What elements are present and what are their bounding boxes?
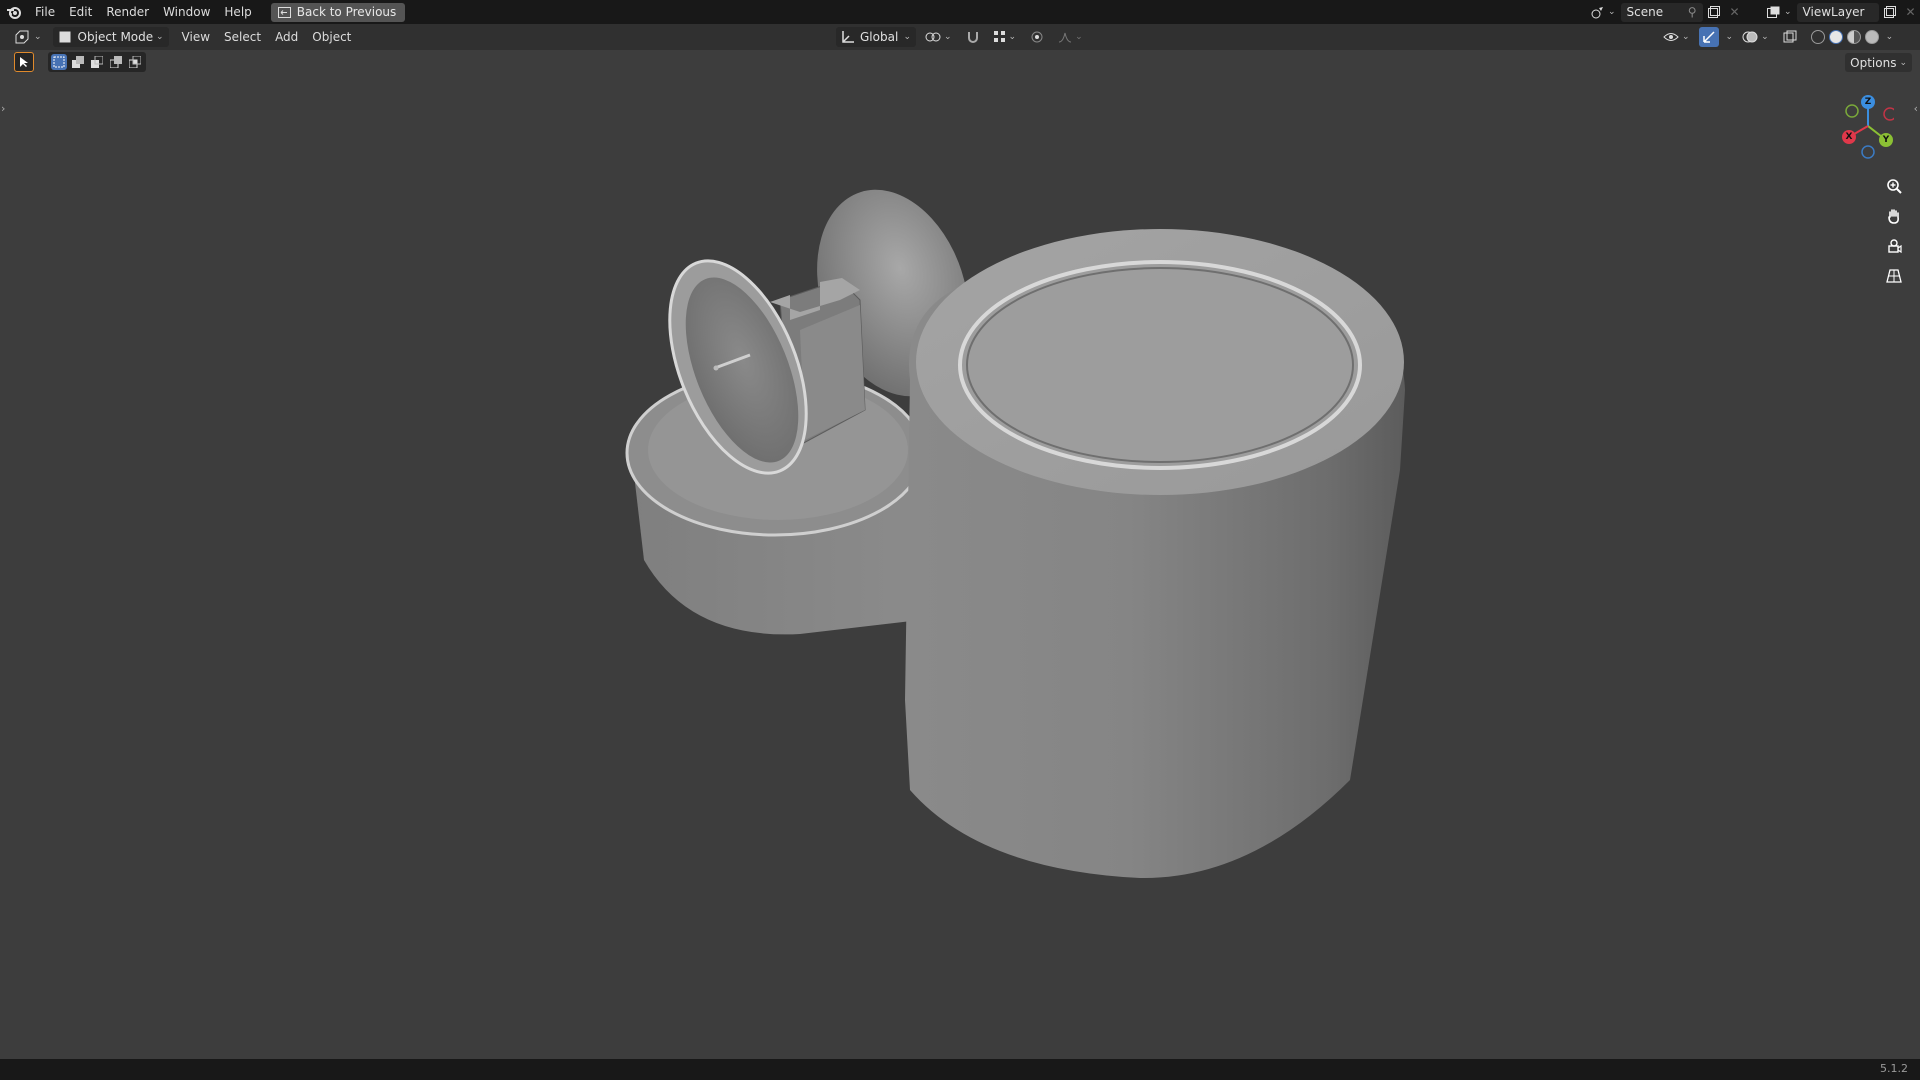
scene-name-field[interactable]: Scene ⚲ bbox=[1620, 2, 1703, 22]
new-view-layer-icon[interactable] bbox=[1879, 2, 1901, 22]
scene-selector-icon[interactable]: ⌄ bbox=[1586, 2, 1621, 22]
menu-edit[interactable]: Edit bbox=[62, 0, 99, 24]
solid-shading-icon[interactable] bbox=[1828, 30, 1843, 44]
back-button-label: Back to Previous bbox=[296, 5, 397, 19]
gizmo-y-axis[interactable]: Y bbox=[1879, 133, 1893, 147]
navigation-gizmo[interactable]: Z Y X bbox=[1838, 92, 1897, 160]
pin-icon[interactable]: ⚲ bbox=[1688, 5, 1697, 19]
zoom-icon[interactable] bbox=[1882, 174, 1906, 198]
proportional-editing-icon[interactable] bbox=[1025, 27, 1049, 47]
transform-orientation-dropdown[interactable]: Global ⌄ bbox=[836, 27, 916, 47]
pan-hand-icon[interactable] bbox=[1882, 204, 1906, 228]
remove-scene-icon[interactable]: ✕ bbox=[1725, 2, 1745, 22]
view-layer-selector-icon[interactable]: ⌄ bbox=[1762, 2, 1797, 22]
new-scene-icon[interactable] bbox=[1703, 2, 1725, 22]
rendered-shading-icon[interactable] bbox=[1864, 30, 1879, 44]
object-mode-icon bbox=[59, 31, 71, 43]
menu-select[interactable]: Select bbox=[217, 25, 268, 49]
menu-object[interactable]: Object bbox=[305, 25, 358, 49]
menu-help[interactable]: Help bbox=[217, 0, 258, 24]
view-layer-name: ViewLayer bbox=[1802, 5, 1865, 19]
mode-label: Object Mode bbox=[77, 30, 154, 44]
gizmo-dropdown-icon[interactable]: ⌄ bbox=[1726, 32, 1734, 42]
gizmo-x-axis[interactable]: X bbox=[1842, 130, 1856, 144]
material-shading-icon[interactable] bbox=[1846, 30, 1861, 44]
falloff-icon[interactable]: ⌄ bbox=[1053, 27, 1088, 47]
xray-toggle-icon[interactable] bbox=[1778, 27, 1802, 47]
menu-add[interactable]: Add bbox=[268, 25, 305, 49]
blender-logo-icon[interactable] bbox=[0, 0, 28, 24]
back-to-previous-button[interactable]: Back to Previous bbox=[270, 2, 406, 22]
editor-type-icon[interactable]: ⌄ bbox=[10, 27, 47, 47]
pivot-point-icon[interactable]: ⌄ bbox=[920, 27, 957, 47]
viewport-scene[interactable] bbox=[0, 50, 1920, 1059]
camera-view-icon[interactable] bbox=[1882, 234, 1906, 258]
perspective-toggle-icon[interactable] bbox=[1882, 264, 1906, 288]
large-cylinder[interactable] bbox=[905, 229, 1405, 879]
gizmo-toggle-icon[interactable] bbox=[1698, 27, 1719, 47]
scene-name: Scene bbox=[1626, 5, 1664, 19]
remove-view-layer-icon[interactable]: ✕ bbox=[1901, 2, 1920, 22]
shading-modes: ⌄ bbox=[1806, 27, 1899, 47]
menu-render[interactable]: Render bbox=[99, 0, 156, 24]
overlays-toggle-icon[interactable]: ⌄ bbox=[1737, 27, 1774, 47]
status-bar: 5.1.2 bbox=[0, 1059, 1920, 1080]
orientation-icon bbox=[842, 31, 854, 43]
back-icon bbox=[277, 6, 291, 18]
version-label: 5.1.2 bbox=[1880, 1062, 1908, 1075]
gizmo-z-axis[interactable]: Z bbox=[1861, 95, 1875, 109]
top-bar: File Edit Render Window Help Back to Pre… bbox=[0, 0, 1920, 24]
menu-view[interactable]: View bbox=[175, 25, 217, 49]
object-visibility-icon[interactable]: ⌄ bbox=[1658, 27, 1695, 47]
snap-toggle-icon[interactable] bbox=[961, 27, 985, 47]
mode-dropdown[interactable]: Object Mode ⌄ bbox=[52, 27, 169, 47]
snap-target-icon[interactable]: ⌄ bbox=[989, 27, 1022, 47]
menu-window[interactable]: Window bbox=[156, 0, 217, 24]
view-layer-field[interactable]: ViewLayer bbox=[1796, 2, 1879, 22]
menu-file[interactable]: File bbox=[28, 0, 62, 24]
shading-dropdown-icon[interactable]: ⌄ bbox=[1886, 32, 1894, 42]
viewport-header: ⌄ Object Mode ⌄ View Select Add Object G… bbox=[0, 24, 1920, 50]
wireframe-shading-icon[interactable] bbox=[1810, 30, 1825, 44]
orientation-label: Global bbox=[860, 30, 899, 44]
